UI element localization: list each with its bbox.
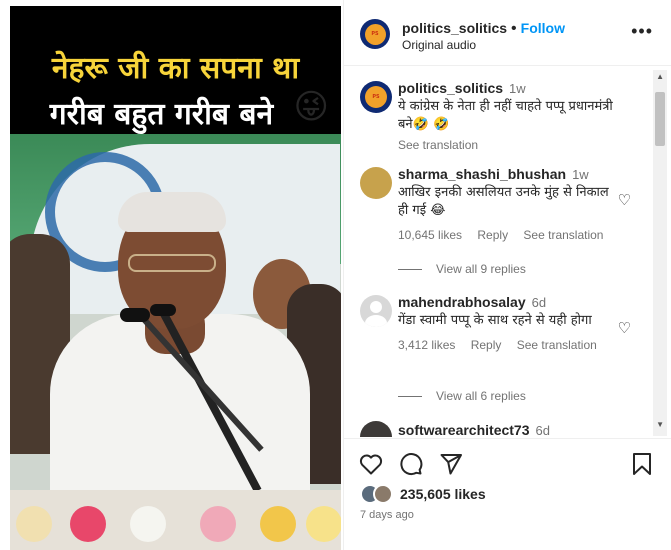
author-username[interactable]: politics_solitics: [402, 20, 507, 36]
view-replies-label: View all 6 replies: [436, 389, 526, 403]
replies-line: [398, 268, 422, 270]
post-timestamp[interactable]: 7 days ago: [360, 509, 414, 521]
comment-username[interactable]: softwarearchitect73: [398, 422, 530, 437]
comment-time[interactable]: 1w: [572, 167, 589, 182]
comment-text: आखिर इनकी असलियत उनके मुंह से निकाल ही ग…: [398, 185, 609, 218]
see-translation-link[interactable]: See translation: [523, 228, 603, 242]
caption-emoji: 😜: [293, 88, 329, 126]
comment-likes-count[interactable]: 10,645 likes: [398, 228, 462, 242]
comment-body: politics_solitics 1w ये कांग्रेस के नेता …: [398, 79, 616, 154]
separator-dot: •: [511, 20, 517, 37]
scroll-up-arrow-icon[interactable]: ▲: [656, 72, 664, 81]
comment-text: गेंडा स्वामी पप्पू के साथ रहने से यही हो…: [398, 313, 592, 328]
comment-like-heart-icon[interactable]: ♡: [618, 191, 631, 209]
scroll-down-arrow-icon[interactable]: ▼: [656, 420, 664, 429]
scrollbar-thumb[interactable]: [655, 92, 665, 146]
flower: [16, 506, 52, 542]
comment-likes-count[interactable]: 3,412 likes: [398, 338, 455, 352]
author-avatar[interactable]: PS: [360, 19, 390, 49]
audio-link[interactable]: Original audio: [402, 38, 476, 52]
comment-username[interactable]: sharma_shashi_bhushan: [398, 166, 566, 182]
comment-body: softwarearchitect73 6d: [398, 421, 616, 437]
follow-button[interactable]: Follow: [521, 20, 565, 36]
flower: [70, 506, 106, 542]
see-translation-link[interactable]: See translation: [398, 138, 478, 152]
speaker-glasses: [128, 254, 216, 272]
post-panel: PS politics_solitics • Follow Original aud…: [343, 0, 671, 550]
video-scene: [10, 134, 341, 550]
reply-button[interactable]: Reply: [471, 338, 502, 352]
flower: [130, 506, 166, 542]
see-translation-link[interactable]: See translation: [517, 338, 597, 352]
view-replies-button[interactable]: View all 9 replies: [398, 262, 526, 276]
view-replies-button[interactable]: View all 6 replies: [398, 389, 526, 403]
flower: [306, 506, 341, 542]
video-caption-line1: नेहरू जी का सपना था: [51, 51, 300, 86]
comment-avatar[interactable]: PS: [360, 81, 392, 113]
comment-meta: See translation: [398, 136, 616, 154]
likes-row[interactable]: 235,605 likes: [360, 484, 486, 504]
comment-username[interactable]: mahendrabhosalay: [398, 294, 526, 310]
video-frame[interactable]: नेहरू जी का सपना था गरीब बहुत गरीब बने 😜: [10, 6, 341, 550]
replies-line: [398, 395, 422, 397]
comment-meta: 3,412 likes Reply See translation: [398, 336, 616, 354]
post-likes-count[interactable]: 235,605 likes: [400, 486, 486, 502]
comment-avatar[interactable]: [360, 421, 392, 437]
more-horizontal-icon[interactable]: •••: [631, 22, 653, 40]
reply-button[interactable]: Reply: [477, 228, 508, 242]
comment-time[interactable]: 1w: [509, 81, 526, 96]
speaker-hair: [118, 192, 226, 232]
view-replies-label: View all 9 replies: [436, 262, 526, 276]
heart-icon[interactable]: [358, 451, 384, 477]
microphone-2: [150, 304, 176, 316]
comment-avatar-default[interactable]: [360, 295, 392, 327]
video-pane[interactable]: नेहरू जी का सपना था गरीब बहुत गरीब बने 😜: [0, 0, 343, 550]
flower: [200, 506, 236, 542]
comment-avatar[interactable]: [360, 167, 392, 199]
header-user-line: politics_solitics • Follow: [402, 20, 565, 38]
comments-list: PS politics_solitics 1w ये कांग्रेस के ने…: [344, 67, 671, 437]
bookmark-icon[interactable]: [629, 451, 655, 477]
comment-body: mahendrabhosalay 6d गेंडा स्वामी पप्पू के…: [398, 293, 616, 354]
comment-icon[interactable]: [398, 451, 424, 477]
post-actions: 235,605 likes 7 days ago: [344, 438, 671, 550]
flower: [260, 506, 296, 542]
liker-avatar: [373, 484, 393, 504]
comment-text: ये कांग्रेस के नेता ही नहीं चाहते पप्पू …: [398, 99, 613, 132]
share-icon[interactable]: [438, 451, 464, 477]
comment-username[interactable]: politics_solitics: [398, 80, 503, 96]
post-header: PS politics_solitics • Follow Original aud…: [344, 0, 671, 66]
comment-time[interactable]: 6d: [532, 295, 546, 310]
likers-avatars[interactable]: [360, 484, 396, 504]
microphone: [120, 308, 150, 322]
comment-meta: 10,645 likes Reply See translation: [398, 226, 616, 244]
video-caption-line2: गरीब बहुत गरीब बने: [49, 97, 274, 132]
comment-like-heart-icon[interactable]: ♡: [618, 319, 631, 337]
comment-body: sharma_shashi_bhushan 1w आखिर इनकी असलियत…: [398, 165, 616, 244]
comment-time[interactable]: 6d: [536, 423, 550, 437]
